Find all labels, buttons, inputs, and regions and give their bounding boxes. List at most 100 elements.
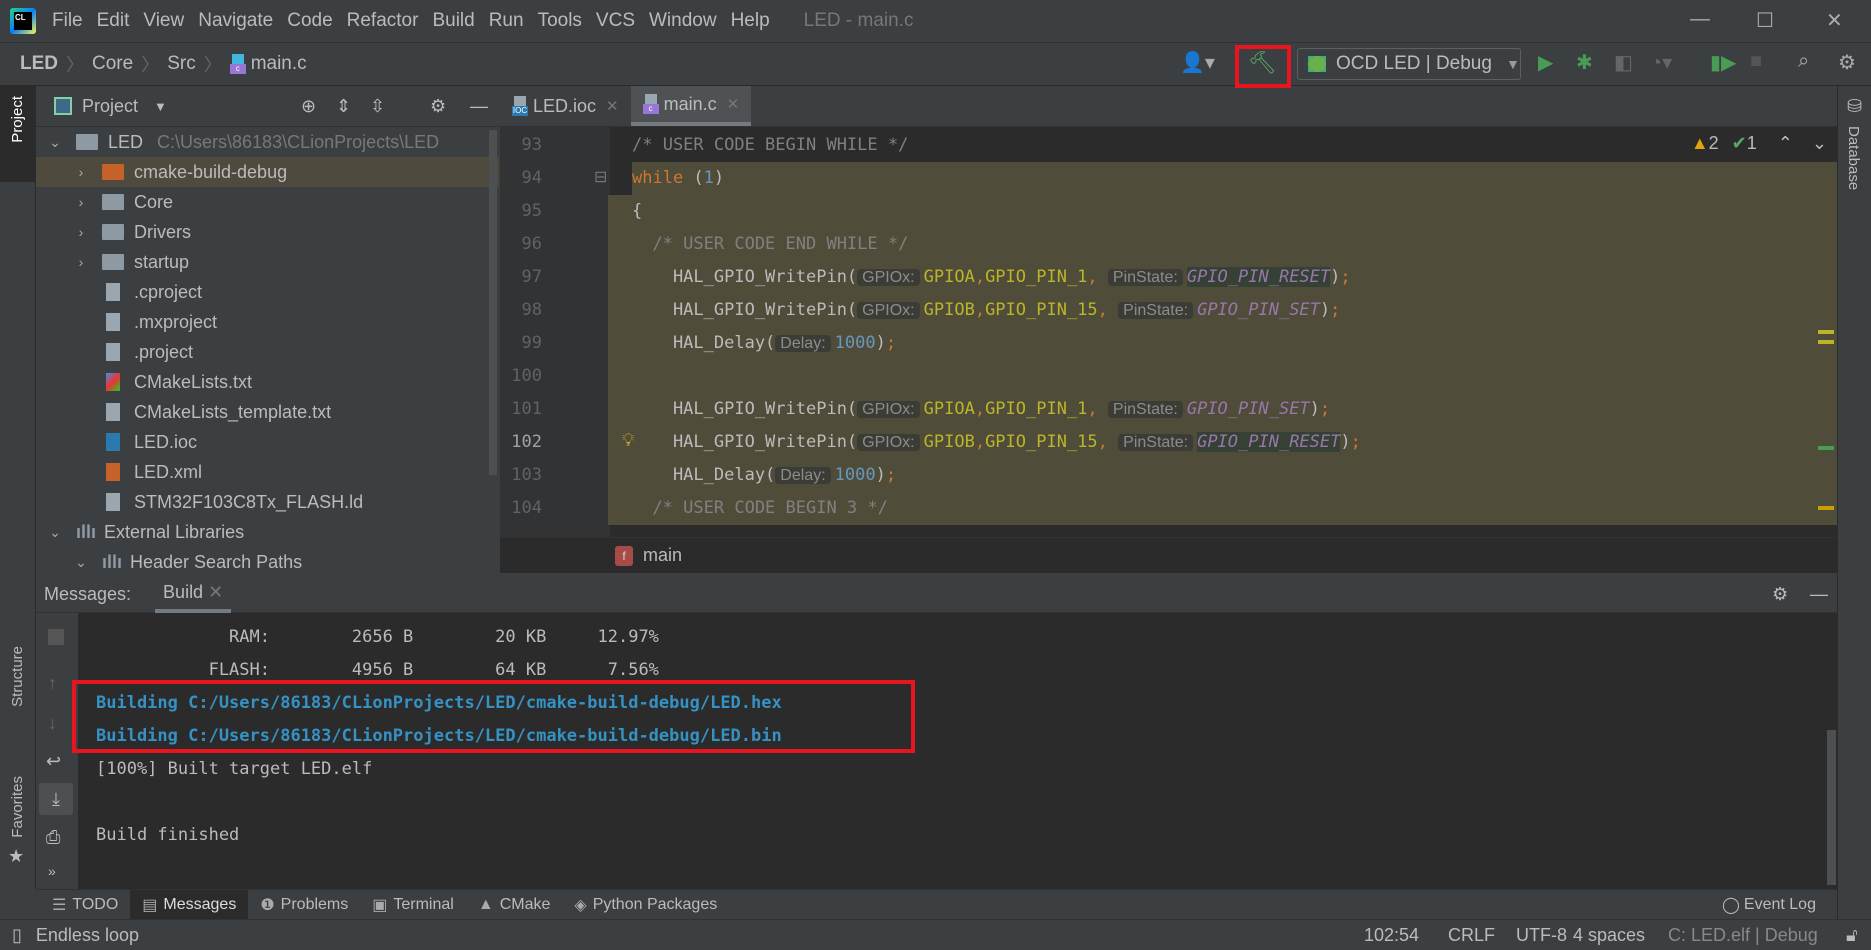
lightbulb-icon[interactable]: 💡︎	[622, 430, 635, 451]
project-scrollbar[interactable]	[489, 130, 497, 475]
run-icon[interactable]: ▶	[1538, 50, 1553, 75]
indent-setting[interactable]: 4 spaces	[1573, 925, 1645, 946]
menu-vcs[interactable]: VCS	[596, 10, 635, 32]
maximize-icon[interactable]: ☐	[1756, 8, 1774, 33]
tree-item[interactable]: ⌄ ıllı External Libraries	[36, 517, 499, 547]
hide-icon[interactable]: —	[1810, 584, 1828, 605]
scroll-to-end-icon[interactable]: ⤓	[39, 783, 73, 815]
down-arrow-icon[interactable]: ↓	[48, 713, 57, 734]
tab-led-ioc[interactable]: IOC LED.ioc ✕	[500, 86, 631, 126]
tool-window-problems[interactable]: ❶ Problems	[248, 890, 360, 920]
line-separator[interactable]: CRLF	[1448, 925, 1495, 946]
tree-item[interactable]: LED.ioc	[36, 427, 499, 457]
output-scrollbar[interactable]	[1827, 730, 1836, 885]
breadcrumb-project[interactable]: LED	[20, 53, 58, 75]
status-toggle-icon[interactable]: ▯	[12, 925, 22, 946]
chevron-right-icon[interactable]: ›	[74, 254, 88, 270]
more-icon[interactable]: »	[48, 863, 56, 879]
tree-item[interactable]: › cmake-build-debug	[36, 157, 499, 187]
menu-code[interactable]: Code	[287, 10, 332, 32]
breadcrumb-file[interactable]: main.c	[251, 53, 307, 75]
menu-run[interactable]: Run	[489, 10, 524, 32]
project-tool-button[interactable]: Project	[9, 96, 26, 143]
menu-edit[interactable]: Edit	[97, 10, 130, 32]
tree-item[interactable]: .project	[36, 337, 499, 367]
resolve-context[interactable]: C: LED.elf | Debug	[1668, 925, 1818, 946]
chevron-down-icon[interactable]: ⌄	[74, 554, 88, 571]
tool-window-terminal[interactable]: ▣ Terminal	[360, 890, 466, 920]
soft-wrap-icon[interactable]: ↩	[46, 751, 61, 772]
tree-item[interactable]: ⌄ LED C:\Users\86183\CLionProjects\LED	[36, 127, 499, 157]
profile-icon[interactable]: ◔▾	[1650, 50, 1672, 75]
settings-gear-icon[interactable]: ⚙	[1838, 50, 1856, 75]
menu-window[interactable]: Window	[649, 10, 717, 32]
menu-refactor[interactable]: Refactor	[347, 10, 419, 32]
chevron-right-icon[interactable]: ›	[74, 194, 88, 210]
project-view-select[interactable]: Project	[82, 96, 138, 117]
build-hammer-icon[interactable]: 🔨︎	[1248, 50, 1276, 76]
minimize-icon[interactable]: —	[1690, 8, 1710, 31]
user-icon[interactable]: 👤▾	[1180, 50, 1215, 75]
breadcrumb-src[interactable]: Src	[167, 53, 196, 75]
up-arrow-icon[interactable]: ↑	[48, 673, 57, 694]
menu-view[interactable]: View	[143, 10, 184, 32]
menu-help[interactable]: Help	[731, 10, 770, 32]
caret-position[interactable]: 102:54	[1364, 925, 1419, 946]
tool-window-todo[interactable]: ☰ TODO	[40, 890, 130, 920]
coverage-icon[interactable]: ◧	[1614, 50, 1633, 75]
structure-tool-button[interactable]: Structure	[9, 646, 26, 707]
collapse-all-icon[interactable]: ⇳	[370, 96, 385, 117]
breadcrumb-core[interactable]: Core	[92, 53, 133, 75]
menu-tools[interactable]: Tools	[538, 10, 582, 32]
tree-item[interactable]: CMakeLists_template.txt	[36, 397, 499, 427]
print-icon[interactable]: ⎙	[46, 827, 60, 848]
favorites-tool-button[interactable]: Favorites	[9, 776, 26, 838]
tree-item[interactable]: LED.xml	[36, 457, 499, 487]
chevron-down-icon[interactable]: ⌄	[48, 524, 62, 541]
expand-all-icon[interactable]: ⇕	[336, 96, 351, 117]
chevron-down-icon[interactable]: ⌄	[48, 134, 62, 151]
tree-item[interactable]: CMakeLists.txt	[36, 367, 499, 397]
close-tab-icon[interactable]: ✕	[606, 97, 619, 115]
chevron-down-icon[interactable]: ▼	[154, 99, 167, 114]
tree-item[interactable]: .mxproject	[36, 307, 499, 337]
chevron-right-icon[interactable]: ›	[74, 164, 88, 180]
run-configuration-select[interactable]: OCD LED | Debug ▼	[1297, 48, 1521, 80]
locate-icon[interactable]: ⊕	[301, 96, 316, 117]
tab-build[interactable]: Build ✕	[155, 576, 232, 613]
code-editor[interactable]: ▲2 ✔1 ⌃ ⌄ 93/* USER CODE BEGIN WHILE */9…	[500, 127, 1837, 537]
file-encoding[interactable]: UTF-8	[1516, 925, 1567, 946]
gear-icon[interactable]: ⚙	[1772, 584, 1788, 605]
error-stripe-mark[interactable]	[1818, 446, 1834, 450]
database-tool-button[interactable]: Database	[1845, 126, 1862, 190]
menu-navigate[interactable]: Navigate	[198, 10, 273, 32]
menu-build[interactable]: Build	[432, 10, 474, 32]
debug-icon[interactable]: ✱	[1576, 50, 1593, 75]
error-stripe-mark[interactable]	[1818, 330, 1834, 334]
close-window-icon[interactable]: ✕	[1826, 8, 1843, 33]
stop-icon[interactable]: ■	[1750, 50, 1762, 73]
event-log-button[interactable]: ◯ Event Log	[1722, 891, 1816, 919]
tool-window-messages[interactable]: ▤ Messages	[130, 889, 249, 920]
tree-item[interactable]: › Core	[36, 187, 499, 217]
error-stripe-mark[interactable]	[1818, 340, 1834, 344]
attach-icon[interactable]: ▮▶	[1710, 50, 1736, 75]
close-tab-icon[interactable]: ✕	[727, 95, 740, 113]
chevron-right-icon[interactable]: ›	[74, 224, 88, 240]
close-tab-icon[interactable]: ✕	[208, 582, 223, 602]
menu-file[interactable]: File	[52, 10, 83, 32]
tree-item[interactable]: › Drivers	[36, 217, 499, 247]
tree-item[interactable]: › startup	[36, 247, 499, 277]
tree-item[interactable]: STM32F103C8Tx_FLASH.ld	[36, 487, 499, 517]
tree-item[interactable]: ⌄ ıllı Header Search Paths	[36, 547, 499, 573]
search-icon[interactable]: ⌕	[1798, 50, 1809, 73]
stop-icon[interactable]	[48, 629, 64, 645]
function-breadcrumb[interactable]: f main	[500, 537, 1837, 573]
lock-icon[interactable]: 🔓︎	[1846, 925, 1858, 946]
tool-window-python-packages[interactable]: ◈ Python Packages	[562, 890, 729, 920]
tab-main-c[interactable]: c main.c ✕	[630, 86, 752, 126]
fold-icon[interactable]: ⊟	[594, 167, 607, 187]
error-stripe-mark[interactable]	[1818, 506, 1834, 510]
hide-icon[interactable]: —	[470, 96, 488, 117]
gear-icon[interactable]: ⚙	[430, 96, 446, 117]
